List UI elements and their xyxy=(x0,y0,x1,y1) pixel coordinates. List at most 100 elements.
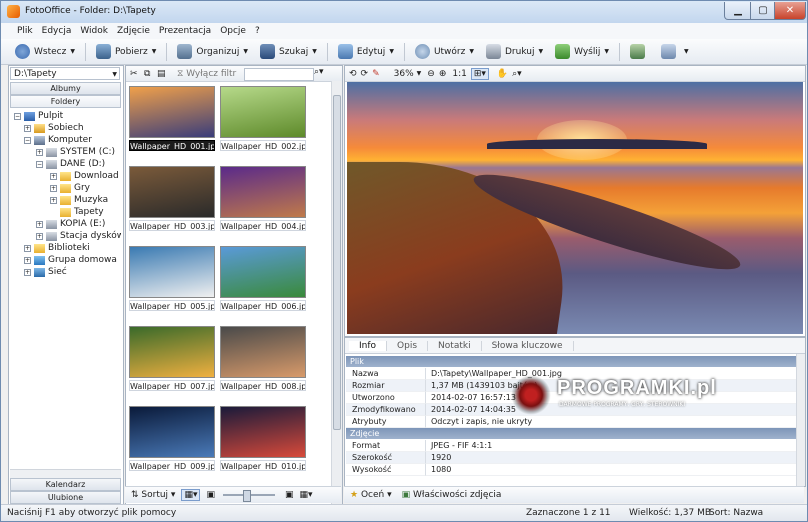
back-button[interactable]: Wstecz ▼ xyxy=(13,42,77,62)
tab-description[interactable]: Opis xyxy=(387,340,429,351)
view-mode-button[interactable]: ▼ xyxy=(659,42,691,62)
copy-icon[interactable]: ⧉ xyxy=(144,69,154,79)
thumbnail-image[interactable] xyxy=(220,406,306,458)
rotate-right-icon[interactable]: ⟳ xyxy=(361,69,369,79)
tree-node[interactable]: + Download xyxy=(50,170,119,182)
thumbnail-item[interactable]: Wallpaper_HD_008.jpg xyxy=(220,326,306,391)
expander-icon[interactable]: − xyxy=(14,112,21,120)
calendar-view-icon[interactable]: ▦▾ xyxy=(300,490,313,500)
hand-tool-icon[interactable]: ✋ xyxy=(497,69,508,79)
create-button[interactable]: Utwórz ▼ xyxy=(413,42,476,62)
thumbnail-image[interactable] xyxy=(220,246,306,298)
size-slider[interactable] xyxy=(223,490,275,502)
filter-input[interactable] xyxy=(244,68,314,81)
menu-prezentacja[interactable]: Prezentacja xyxy=(159,26,211,36)
tree-node[interactable]: + Biblioteki xyxy=(24,242,90,254)
tree-node[interactable]: + SYSTEM (C:) xyxy=(36,146,115,158)
tree-node[interactable]: + Sobiech xyxy=(24,122,84,134)
tree-node[interactable]: − Pulpit xyxy=(14,110,63,122)
tab-calendar[interactable]: Kalendarz xyxy=(10,478,121,491)
tree-node[interactable]: + KOPIA (E:) xyxy=(36,218,105,230)
tree-node[interactable]: + Muzyka xyxy=(50,194,108,206)
menu-zdjecie[interactable]: Zdjęcie xyxy=(117,26,150,36)
thumbnail-item[interactable]: Wallpaper_HD_009.jpg xyxy=(129,406,215,471)
tree-node[interactable]: + Grupa domowa xyxy=(24,254,117,266)
thumbnail-image[interactable] xyxy=(129,406,215,458)
tree-node[interactable]: + Stacja dysków DV xyxy=(36,230,121,242)
expander-icon[interactable]: + xyxy=(24,244,31,252)
expander-icon[interactable]: + xyxy=(36,232,43,240)
menu-help[interactable]: ? xyxy=(255,26,260,36)
zoom-out-icon[interactable]: ⊖ xyxy=(427,69,435,79)
vertical-scrollbar[interactable] xyxy=(796,354,805,486)
menu-edycja[interactable]: Edycja xyxy=(42,26,72,36)
search-button[interactable]: Szukaj ▼ xyxy=(258,42,319,62)
zoom-in-icon[interactable]: ⊕ xyxy=(439,69,447,79)
expander-icon[interactable]: + xyxy=(36,220,43,228)
thumbnail-image[interactable] xyxy=(129,166,215,218)
actual-size-button[interactable]: 1:1 xyxy=(452,69,466,79)
section-photo[interactable]: Zdjęcie xyxy=(346,428,796,439)
vertical-scrollbar[interactable] xyxy=(331,81,342,506)
zoom-level[interactable]: 36% xyxy=(394,69,414,79)
magnifier-icon[interactable]: ⌕▾ xyxy=(512,69,522,79)
thumbnail-item[interactable]: Wallpaper_HD_001.jpg xyxy=(129,86,215,151)
menu-plik[interactable]: Plik xyxy=(17,26,33,36)
sort-button[interactable]: ⇅ Sortuj ▾ xyxy=(131,490,175,500)
search-icon[interactable]: ⌕▾ xyxy=(314,67,324,77)
minimize-button[interactable]: ▁ xyxy=(724,2,752,20)
thumbnail-image[interactable] xyxy=(129,246,215,298)
tree-node[interactable]: − Komputer xyxy=(24,134,92,146)
menu-widok[interactable]: Widok xyxy=(80,26,108,36)
thumbnail-item[interactable]: Wallpaper_HD_004.jpg xyxy=(220,166,306,231)
organize-button[interactable]: Organizuj ▼ xyxy=(175,42,250,62)
rotate-left-icon[interactable]: ⟲ xyxy=(349,69,357,79)
thumbnail-item[interactable]: Wallpaper_HD_006.jpg xyxy=(220,246,306,311)
expander-icon[interactable]: + xyxy=(50,172,57,180)
expander-icon[interactable]: + xyxy=(24,268,31,276)
fit-icon[interactable]: ⊞▾ xyxy=(470,67,489,80)
close-button[interactable]: ✕ xyxy=(774,2,806,20)
thumbnail-item[interactable]: Wallpaper_HD_007.jpg xyxy=(129,326,215,391)
tab-albums[interactable]: Albumy xyxy=(10,82,121,95)
thumbnail-image[interactable] xyxy=(129,86,215,138)
thumbnail-image[interactable] xyxy=(220,86,306,138)
scroll-thumb[interactable] xyxy=(333,95,341,430)
thumbnail-large-icon[interactable]: ▣ xyxy=(285,490,294,500)
tab-folders[interactable]: Foldery xyxy=(10,95,121,108)
thumbnail-item[interactable]: Wallpaper_HD_005.jpg xyxy=(129,246,215,311)
enhance-icon[interactable]: ✎ xyxy=(372,69,380,79)
slider-handle[interactable] xyxy=(243,490,251,502)
tree-node[interactable]: Tapety xyxy=(50,206,104,218)
maximize-button[interactable]: ▢ xyxy=(750,2,776,20)
expander-icon[interactable]: + xyxy=(50,196,57,204)
tab-info[interactable]: Info xyxy=(349,340,388,351)
slideshow-button[interactable] xyxy=(628,42,651,62)
view-style-button[interactable]: ▦▾ xyxy=(181,489,201,501)
tab-keywords[interactable]: Słowa kluczowe xyxy=(482,340,574,351)
rate-button[interactable]: ★ Oceń ▾ xyxy=(350,490,392,500)
tab-favorites[interactable]: Ulubione xyxy=(10,491,121,504)
thumbnail-image[interactable] xyxy=(220,326,306,378)
send-button[interactable]: Wyślij ▼ xyxy=(553,42,611,62)
thumbnail-image[interactable] xyxy=(220,166,306,218)
tree-node[interactable]: + Gry xyxy=(50,182,90,194)
expander-icon[interactable]: − xyxy=(24,136,31,144)
tree-node[interactable]: − DANE (D:) xyxy=(36,158,105,170)
expander-icon[interactable]: + xyxy=(36,148,43,156)
edit-button[interactable]: Edytuj ▼ xyxy=(336,42,396,62)
section-file[interactable]: Plik xyxy=(346,356,796,367)
tab-notes[interactable]: Notatki xyxy=(428,340,482,351)
fetch-button[interactable]: Pobierz ▼ xyxy=(94,42,158,62)
thumbnail-item[interactable]: Wallpaper_HD_003.jpg xyxy=(129,166,215,231)
photo-properties-button[interactable]: ▣ Właściwości zdjęcia xyxy=(402,490,502,500)
thumbnail-item[interactable]: Wallpaper_HD_002.jpg xyxy=(220,86,306,151)
expander-icon[interactable]: + xyxy=(24,256,31,264)
preview-image[interactable] xyxy=(347,82,803,334)
thumbnail-item[interactable]: Wallpaper_HD_010.jpg xyxy=(220,406,306,471)
tree-node[interactable]: + Sieć xyxy=(24,266,67,278)
paste-icon[interactable]: ▤ xyxy=(157,69,167,79)
zoom-dropdown-icon[interactable]: ▼ xyxy=(417,70,422,77)
expander-icon[interactable]: + xyxy=(50,184,57,192)
expander-icon[interactable]: − xyxy=(36,160,43,168)
